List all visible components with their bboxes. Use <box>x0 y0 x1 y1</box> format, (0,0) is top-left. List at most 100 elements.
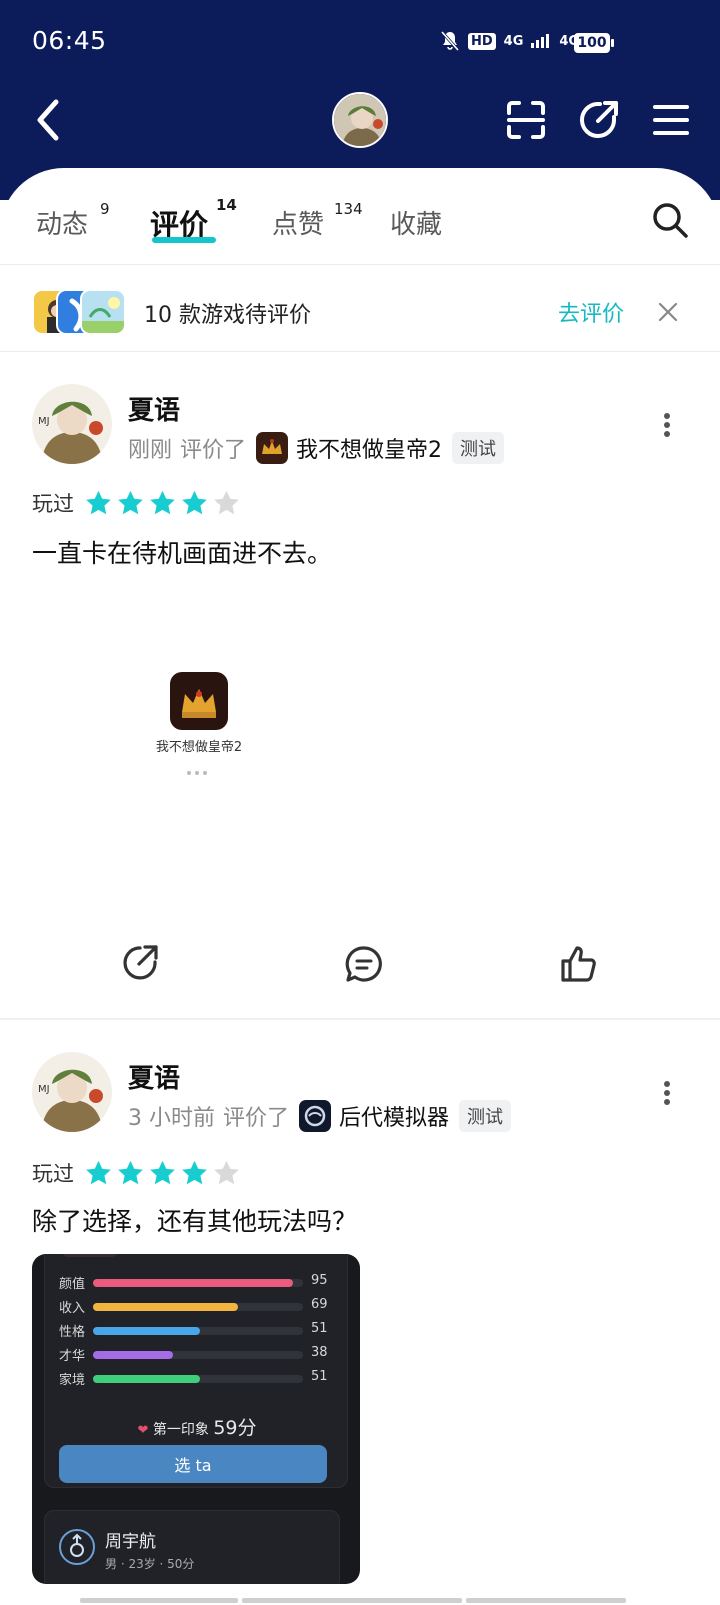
star-filled-icon <box>150 1160 175 1184</box>
tab-likes-label: 点赞 <box>272 210 325 240</box>
mute-bell-icon <box>440 31 460 51</box>
stat-fill <box>93 1279 293 1287</box>
game-icon[interactable] <box>256 432 289 464</box>
review-rating: 玩过 <box>32 1158 241 1188</box>
stat-row: 才华 38 <box>59 1345 335 1365</box>
review-game-name[interactable]: 我不想做皇帝2 <box>296 432 442 464</box>
header-avatar[interactable] <box>332 92 388 148</box>
stat-value: 51 <box>311 1369 328 1384</box>
share-icon[interactable] <box>578 100 620 140</box>
stat-track <box>93 1327 303 1335</box>
star-empty-icon <box>214 490 239 514</box>
network-4g-label: 4G <box>503 33 524 49</box>
signal-icon <box>531 34 550 48</box>
avatar[interactable]: MJ <box>32 1052 112 1132</box>
avatar[interactable]: MJ <box>32 384 112 464</box>
panel-badge <box>61 1254 119 1257</box>
review-rating: 玩过 <box>32 488 241 518</box>
search-icon[interactable] <box>650 200 690 240</box>
tab-favorites[interactable]: 收藏 <box>390 204 442 241</box>
game-icon[interactable] <box>299 1100 332 1132</box>
stat-row: 颜值 95 <box>59 1273 335 1293</box>
star-filled-icon <box>118 1160 143 1184</box>
stat-value: 95 <box>311 1273 328 1288</box>
review-text: 除了选择，还有其他玩法吗？ <box>32 1207 358 1236</box>
stat-track <box>93 1279 303 1287</box>
star-filled-icon <box>182 1160 207 1184</box>
stat-value: 51 <box>311 1321 328 1336</box>
stat-track <box>93 1351 303 1359</box>
shared-game-name: 我不想做皇帝2 <box>155 740 243 755</box>
status-bar: 06:45 HD 4G 4G 100 <box>0 0 720 80</box>
more-dots-icon <box>187 771 207 775</box>
review-text: 一直卡在待机画面进不去。 <box>32 539 333 568</box>
stat-label: 性格 <box>59 1325 86 1340</box>
review-time: 3 小时前 <box>128 1106 215 1131</box>
game-icon <box>170 672 228 730</box>
stat-row: 家境 51 <box>59 1369 335 1389</box>
tab-activity-count: 9 <box>100 200 110 218</box>
tab-favorites-label: 收藏 <box>390 210 443 240</box>
star-filled-icon <box>86 1160 111 1184</box>
pending-review-banner[interactable]: 10 款游戏待评价 去评价 <box>0 265 720 351</box>
test-tag: 测试 <box>459 1100 512 1132</box>
pending-text: 10 款游戏待评价 <box>144 303 311 328</box>
tab-reviews-count: 14 <box>216 196 237 214</box>
stat-fill <box>93 1327 201 1335</box>
stat-fill <box>93 1303 238 1311</box>
share-icon[interactable] <box>120 944 160 984</box>
tab-active-indicator <box>152 237 216 243</box>
go-review-link[interactable]: 去评价 <box>558 296 624 328</box>
pending-game-icons <box>32 289 128 335</box>
heart-icon: ❤ <box>137 1423 149 1438</box>
star-filled-icon <box>182 490 207 514</box>
more-options-icon[interactable] <box>662 1080 672 1106</box>
review-actions <box>0 944 720 992</box>
stat-fill <box>93 1375 201 1383</box>
star-filled-icon <box>118 490 143 514</box>
star-filled-icon <box>150 490 175 514</box>
person-card: 周宇航 男 · 23岁 · 50分 <box>44 1510 340 1584</box>
star-rating <box>84 1159 241 1188</box>
thumbs-up-icon[interactable] <box>558 944 598 984</box>
review-verb: 评价了 <box>180 438 247 463</box>
more-options-icon[interactable] <box>662 412 672 438</box>
review-username[interactable]: 夏语 <box>128 1058 180 1095</box>
divider <box>0 351 720 352</box>
stat-track <box>93 1303 303 1311</box>
stat-label: 颜值 <box>59 1277 86 1292</box>
tab-activity-label: 动态 <box>36 210 89 240</box>
stat-label: 收入 <box>59 1301 86 1316</box>
stat-track <box>93 1375 303 1383</box>
review-time: 刚刚 <box>128 438 173 463</box>
review-game-name[interactable]: 后代模拟器 <box>339 1100 449 1132</box>
hd-badge: HD <box>468 32 496 50</box>
tab-likes[interactable]: 点赞 134 <box>272 200 363 241</box>
test-tag: 测试 <box>452 432 505 464</box>
stat-value: 38 <box>311 1345 328 1360</box>
svg-text:MJ: MJ <box>38 1084 50 1095</box>
review-username[interactable]: 夏语 <box>128 390 180 427</box>
battery-icon: 100 <box>574 33 618 53</box>
stat-value: 69 <box>311 1297 328 1312</box>
review-screenshot[interactable]: 颜值 95 收入 69 性格 51 才华 38 家境 51 ❤ 第一印象 59分 选 ta 周宇航… <box>32 1254 360 1584</box>
star-rating <box>84 489 241 518</box>
star-empty-icon <box>214 1160 239 1184</box>
back-arrow-icon[interactable] <box>28 96 68 144</box>
close-icon[interactable] <box>656 300 680 324</box>
menu-icon[interactable] <box>652 102 690 138</box>
stat-label: 才华 <box>59 1349 86 1364</box>
male-icon <box>59 1529 95 1565</box>
played-label: 玩过 <box>32 1162 74 1186</box>
tab-activity[interactable]: 动态 9 <box>36 200 110 241</box>
shared-game-card[interactable]: 我不想做皇帝2 <box>144 672 254 755</box>
game-icon <box>80 289 126 335</box>
tab-likes-count: 134 <box>334 200 363 218</box>
played-label: 玩过 <box>32 492 74 516</box>
scan-icon[interactable] <box>506 100 546 140</box>
comment-icon[interactable] <box>344 944 384 984</box>
status-time: 06:45 <box>32 26 107 55</box>
stat-fill <box>93 1351 173 1359</box>
battery-level: 100 <box>574 33 610 53</box>
stat-row: 收入 69 <box>59 1297 335 1317</box>
